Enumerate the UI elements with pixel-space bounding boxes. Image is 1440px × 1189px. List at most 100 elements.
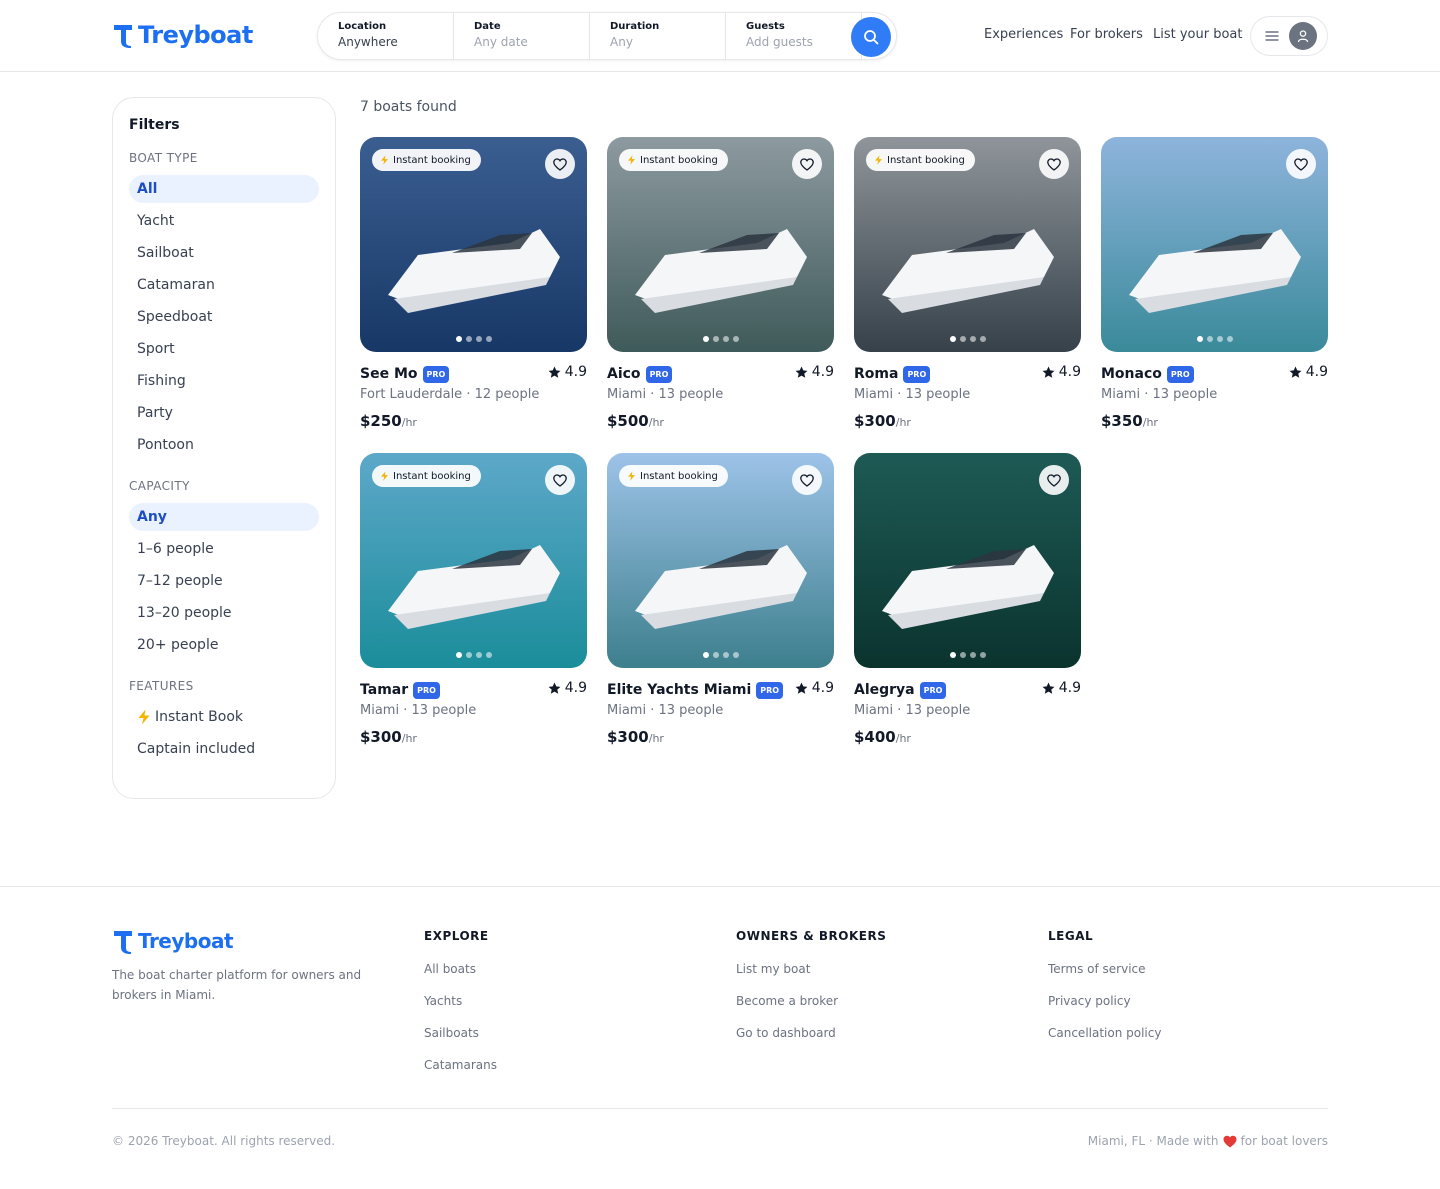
carousel-dot[interactable]: [959, 336, 966, 342]
carousel-dot[interactable]: [722, 652, 729, 658]
search-duration[interactable]: Duration Any: [590, 13, 726, 59]
heart-icon: [1047, 473, 1061, 487]
filter-capacity-1-6[interactable]: 1–6 people: [129, 535, 319, 563]
carousel-dot[interactable]: [722, 336, 729, 342]
nav-list-your-boat[interactable]: List your boat: [1153, 27, 1243, 42]
carousel-dot[interactable]: [465, 336, 472, 342]
boat-name[interactable]: Monaco: [1101, 366, 1162, 382]
filter-capacity-any[interactable]: Any: [129, 503, 319, 531]
boat-photo[interactable]: Instant booking: [854, 137, 1081, 352]
carousel-dot[interactable]: [732, 652, 739, 658]
carousel-dot[interactable]: [712, 336, 719, 342]
favorite-button[interactable]: [792, 465, 822, 495]
star-icon: [548, 682, 561, 694]
carousel-dot[interactable]: [712, 652, 719, 658]
carousel-dot[interactable]: [959, 652, 966, 658]
carousel-dots[interactable]: [1101, 336, 1328, 342]
boat-photo[interactable]: [1101, 137, 1328, 352]
boat-photo[interactable]: Instant booking: [607, 137, 834, 352]
footer-link-privacy[interactable]: Privacy policy: [1048, 994, 1131, 1008]
carousel-dot[interactable]: [969, 336, 976, 342]
filter-type-pontoon[interactable]: Pontoon: [129, 431, 319, 459]
boat-photo[interactable]: Instant booking: [607, 453, 834, 668]
boat-photo[interactable]: Instant booking: [360, 137, 587, 352]
filter-type-sailboat[interactable]: Sailboat: [129, 239, 319, 267]
favorite-button[interactable]: [545, 149, 575, 179]
nav-for-brokers[interactable]: For brokers: [1070, 27, 1143, 42]
favorite-button[interactable]: [1039, 149, 1069, 179]
filter-capacity-20-plus[interactable]: 20+ people: [129, 631, 319, 659]
footer-link-terms[interactable]: Terms of service: [1048, 962, 1146, 976]
carousel-dot[interactable]: [1206, 336, 1213, 342]
footer-link-sailboats[interactable]: Sailboats: [424, 1026, 479, 1040]
filter-type-all[interactable]: All: [129, 175, 319, 203]
search-guests[interactable]: Guests Add guests: [726, 13, 862, 59]
carousel-dot[interactable]: [702, 336, 709, 342]
boat-location-capacity: Miami · 13 people: [607, 387, 724, 402]
carousel-dot[interactable]: [949, 652, 956, 658]
carousel-dot[interactable]: [485, 336, 492, 342]
favorite-button[interactable]: [545, 465, 575, 495]
carousel-dot[interactable]: [485, 652, 492, 658]
footer-link-dashboard[interactable]: Go to dashboard: [736, 1026, 836, 1040]
user-menu-button[interactable]: [1250, 16, 1328, 56]
filter-type-yacht[interactable]: Yacht: [129, 207, 319, 235]
carousel-dots[interactable]: [360, 652, 587, 658]
boat-name[interactable]: Elite Yachts Miami: [607, 682, 751, 698]
carousel-dots[interactable]: [360, 336, 587, 342]
footer-link-become-broker[interactable]: Become a broker: [736, 994, 838, 1008]
carousel-dot[interactable]: [1226, 336, 1233, 342]
nav-experiences[interactable]: Experiences: [984, 27, 1063, 42]
carousel-dot[interactable]: [1216, 336, 1223, 342]
search-date[interactable]: Date Any date: [454, 13, 590, 59]
carousel-dot[interactable]: [969, 652, 976, 658]
search-button[interactable]: [851, 17, 891, 57]
filter-type-fishing[interactable]: Fishing: [129, 367, 319, 395]
footer-logo[interactable]: Treyboat: [112, 928, 234, 954]
carousel-dot[interactable]: [475, 652, 482, 658]
footer-link-list-my-boat[interactable]: List my boat: [736, 962, 810, 976]
carousel-dot[interactable]: [979, 336, 986, 342]
made-with: Miami, FL · Made with for boat lovers: [1088, 1134, 1328, 1148]
favorite-button[interactable]: [1039, 465, 1069, 495]
carousel-dot[interactable]: [732, 336, 739, 342]
instant-booking-badge: Instant booking: [866, 149, 975, 171]
favorite-button[interactable]: [1286, 149, 1316, 179]
boat-name[interactable]: Roma: [854, 366, 898, 382]
carousel-dots[interactable]: [607, 336, 834, 342]
carousel-dot[interactable]: [979, 652, 986, 658]
boat-name[interactable]: See Mo: [360, 366, 418, 382]
carousel-dots[interactable]: [854, 336, 1081, 342]
carousel-dot[interactable]: [949, 336, 956, 342]
carousel-dot[interactable]: [702, 652, 709, 658]
carousel-dot[interactable]: [465, 652, 472, 658]
favorite-button[interactable]: [792, 149, 822, 179]
filter-type-catamaran[interactable]: Catamaran: [129, 271, 319, 299]
pro-badge: PRO: [422, 365, 450, 383]
footer-link-all-boats[interactable]: All boats: [424, 962, 476, 976]
logo[interactable]: Treyboat: [112, 21, 253, 49]
footer-link-cancellation[interactable]: Cancellation policy: [1048, 1026, 1161, 1040]
filter-type-sport[interactable]: Sport: [129, 335, 319, 363]
carousel-dot[interactable]: [1196, 336, 1203, 342]
footer-link-catamarans[interactable]: Catamarans: [424, 1058, 497, 1072]
filter-captain-included[interactable]: Captain included: [129, 735, 319, 763]
boat-name[interactable]: Tamar: [360, 682, 408, 698]
boat-photo[interactable]: [854, 453, 1081, 668]
filter-type-party[interactable]: Party: [129, 399, 319, 427]
boat-location-capacity: Miami · 13 people: [360, 703, 477, 718]
boat-name[interactable]: Alegrya: [854, 682, 915, 698]
carousel-dot[interactable]: [455, 336, 462, 342]
boat-photo[interactable]: Instant booking: [360, 453, 587, 668]
carousel-dots[interactable]: [854, 652, 1081, 658]
filter-capacity-7-12[interactable]: 7–12 people: [129, 567, 319, 595]
carousel-dot[interactable]: [475, 336, 482, 342]
filter-capacity-13-20[interactable]: 13–20 people: [129, 599, 319, 627]
search-location[interactable]: Location Anywhere: [318, 13, 454, 59]
boat-name[interactable]: Aico: [607, 366, 641, 382]
footer-link-yachts[interactable]: Yachts: [424, 994, 462, 1008]
filter-instant-book[interactable]: Instant Book: [129, 703, 319, 731]
filter-type-speedboat[interactable]: Speedboat: [129, 303, 319, 331]
carousel-dots[interactable]: [607, 652, 834, 658]
carousel-dot[interactable]: [455, 652, 462, 658]
